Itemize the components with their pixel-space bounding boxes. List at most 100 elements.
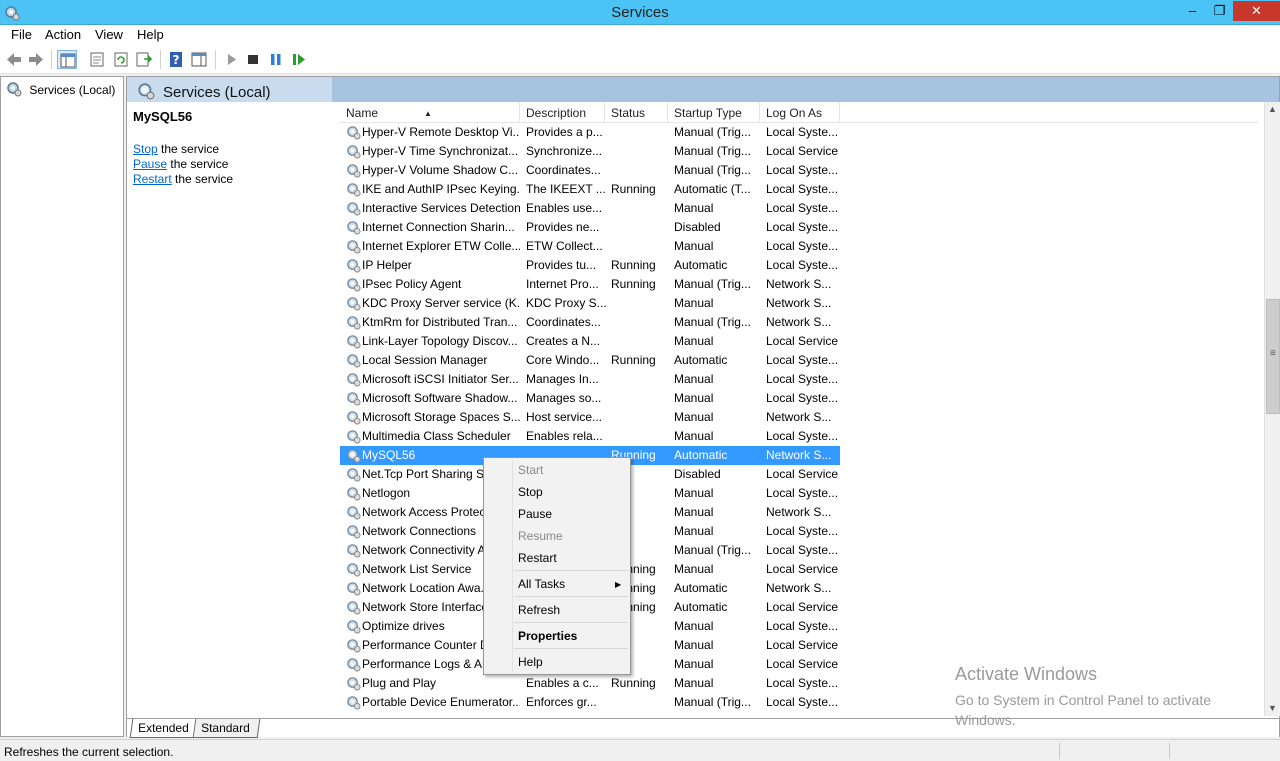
table-row[interactable]: Hyper-V Remote Desktop Vi... Provides a p… bbox=[340, 123, 840, 142]
menu-help[interactable]: Help bbox=[137, 27, 164, 42]
table-row[interactable]: IKE and AuthIP IPsec Keying... The IKEEXT… bbox=[340, 180, 840, 199]
start-service-button[interactable] bbox=[221, 50, 241, 69]
table-row[interactable]: Hyper-V Time Synchronizat... Synchronize.… bbox=[340, 142, 840, 161]
menu-item-help[interactable]: Help bbox=[518, 655, 543, 669]
cell-description: Provides a p... bbox=[526, 125, 603, 139]
cell-log-on-as: Local Syste... bbox=[766, 524, 839, 538]
cell-startup-type: Manual bbox=[674, 505, 714, 519]
tab-extended[interactable]: Extended bbox=[129, 719, 197, 738]
cell-description: Manages In... bbox=[526, 372, 599, 386]
action-pane-button[interactable] bbox=[189, 50, 209, 69]
table-row[interactable]: KDC Proxy Server service (K... KDC Proxy … bbox=[340, 294, 840, 313]
stop-service-link[interactable]: Stop bbox=[133, 142, 158, 156]
menu-file[interactable]: File bbox=[11, 27, 32, 42]
table-row[interactable]: Internet Explorer ETW Colle... ETW Collec… bbox=[340, 237, 840, 256]
scroll-up-arrow-icon[interactable]: ▲ bbox=[1268, 104, 1277, 114]
cell-name: KDC Proxy Server service (K... bbox=[362, 296, 520, 310]
menu-item-start[interactable]: Start bbox=[518, 463, 543, 477]
cell-startup-type: Manual bbox=[674, 619, 714, 633]
column-header-description[interactable]: Description bbox=[520, 102, 605, 123]
stop-service-button[interactable] bbox=[243, 50, 263, 69]
cell-startup-type: Manual (Trig... bbox=[674, 163, 751, 177]
pause-service-button[interactable] bbox=[266, 50, 286, 69]
column-header-name[interactable]: Name ▲ bbox=[340, 102, 520, 123]
table-row[interactable]: Local Session Manager Core Windo... Runnin… bbox=[340, 351, 840, 370]
back-button[interactable] bbox=[4, 50, 24, 69]
cell-log-on-as: Local Syste... bbox=[766, 125, 839, 139]
help-toolbar-button[interactable]: ? bbox=[166, 50, 186, 69]
table-row[interactable]: Microsoft Storage Spaces S... Host servic… bbox=[340, 408, 840, 427]
tab-standard[interactable]: Standard bbox=[193, 719, 261, 738]
cell-description: Enforces gr... bbox=[526, 695, 597, 709]
cell-description: Enables use... bbox=[526, 201, 603, 215]
minimize-button[interactable]: – bbox=[1179, 1, 1206, 21]
cell-log-on-as: Local Service bbox=[766, 467, 839, 481]
export-list-button[interactable] bbox=[134, 50, 154, 69]
cell-log-on-as: Local Syste... bbox=[766, 163, 839, 177]
cell-description: Coordinates... bbox=[526, 315, 601, 329]
menu-item-all-tasks[interactable]: All Tasks bbox=[518, 577, 565, 591]
cell-log-on-as: Local Service bbox=[766, 638, 839, 652]
service-gear-icon bbox=[346, 220, 361, 235]
table-row[interactable]: Interactive Services Detection Enables us… bbox=[340, 199, 840, 218]
cell-log-on-as: Local Syste... bbox=[766, 676, 839, 690]
table-row[interactable]: IPsec Policy Agent Internet Pro... Running… bbox=[340, 275, 840, 294]
restore-button[interactable]: ❐ bbox=[1206, 1, 1233, 21]
table-row[interactable]: Portable Device Enumerator... Enforces gr… bbox=[340, 693, 840, 712]
column-header-startup-type[interactable]: Startup Type bbox=[668, 102, 760, 123]
cell-log-on-as: Local Service bbox=[766, 334, 839, 348]
service-gear-icon bbox=[346, 391, 361, 406]
tree-node-services-local[interactable]: Services (Local) bbox=[6, 81, 115, 97]
forward-button[interactable] bbox=[26, 50, 46, 69]
table-row[interactable]: Plug and Play Enables a c... Running Manual… bbox=[340, 674, 840, 693]
cell-startup-type: Automatic bbox=[674, 600, 728, 614]
menu-item-resume[interactable]: Resume bbox=[518, 529, 563, 543]
table-row[interactable]: Internet Connection Sharin... Provides ne… bbox=[340, 218, 840, 237]
cell-startup-type: Manual bbox=[674, 524, 714, 538]
menu-view[interactable]: View bbox=[95, 27, 123, 42]
menu-action[interactable]: Action bbox=[45, 27, 81, 42]
service-gear-icon bbox=[346, 315, 361, 330]
action-text: the service bbox=[170, 157, 229, 171]
main-header-title: Services (Local) bbox=[163, 84, 271, 101]
cell-description: Creates a N... bbox=[526, 334, 601, 348]
table-row[interactable]: KtmRm for Distributed Tran... Coordinates… bbox=[340, 313, 840, 332]
cell-name: Link-Layer Topology Discov... bbox=[362, 334, 518, 348]
vertical-scrollbar[interactable]: ▲ ≡ ▼ bbox=[1264, 102, 1280, 716]
restart-service-link[interactable]: Restart bbox=[133, 172, 172, 186]
cell-startup-type: Manual bbox=[674, 372, 714, 386]
table-row[interactable]: Microsoft Software Shadow... Manages so..… bbox=[340, 389, 840, 408]
close-button[interactable]: ✕ bbox=[1233, 1, 1280, 21]
menu-item-stop[interactable]: Stop bbox=[518, 485, 543, 499]
cell-name: Local Session Manager bbox=[362, 353, 488, 367]
restart-service-button[interactable] bbox=[289, 50, 309, 69]
menu-bar: File Action View Help bbox=[0, 25, 1280, 45]
cell-name: Plug and Play bbox=[362, 676, 437, 690]
scroll-down-arrow-icon[interactable]: ▼ bbox=[1268, 703, 1277, 713]
table-row[interactable]: Multimedia Class Scheduler Enables rela..… bbox=[340, 427, 840, 446]
menu-item-pause[interactable]: Pause bbox=[518, 507, 552, 521]
scrollbar-thumb[interactable]: ≡ bbox=[1266, 299, 1280, 414]
table-row[interactable]: Microsoft iSCSI Initiator Ser... Manages … bbox=[340, 370, 840, 389]
action-text: the service bbox=[175, 172, 234, 186]
table-row[interactable]: Hyper-V Volume Shadow C... Coordinates...… bbox=[340, 161, 840, 180]
show-hide-console-tree-button[interactable] bbox=[57, 50, 77, 69]
refresh-toolbar-button[interactable] bbox=[111, 50, 131, 69]
service-gear-icon bbox=[346, 505, 361, 520]
menu-item-properties[interactable]: Properties bbox=[518, 629, 577, 643]
cell-log-on-as: Local Syste... bbox=[766, 258, 839, 272]
pause-service-link[interactable]: Pause bbox=[133, 157, 167, 171]
cell-startup-type: Manual bbox=[674, 486, 714, 500]
column-header-log-on-as[interactable]: Log On As bbox=[760, 102, 840, 123]
service-gear-icon bbox=[346, 581, 361, 596]
properties-toolbar-button[interactable] bbox=[87, 50, 107, 69]
column-header-status[interactable]: Status bbox=[605, 102, 668, 123]
cell-log-on-as: Local Syste... bbox=[766, 239, 839, 253]
table-row[interactable]: IP Helper Provides tu... Running Automatic L… bbox=[340, 256, 840, 275]
cell-description: Provides ne... bbox=[526, 220, 600, 234]
table-row[interactable]: Link-Layer Topology Discov... Creates a N… bbox=[340, 332, 840, 351]
menu-item-refresh[interactable]: Refresh bbox=[518, 603, 560, 617]
menu-item-restart[interactable]: Restart bbox=[518, 551, 557, 565]
cell-log-on-as: Local Syste... bbox=[766, 391, 839, 405]
cell-name: IP Helper bbox=[362, 258, 412, 272]
